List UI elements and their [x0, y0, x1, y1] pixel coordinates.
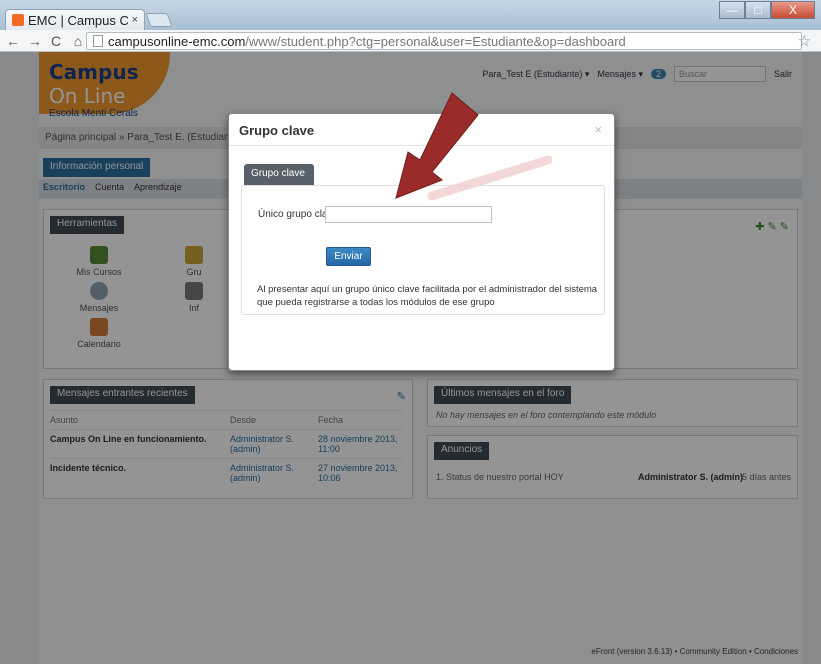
maximize-button[interactable]: □: [745, 1, 771, 19]
group-key-input[interactable]: [325, 206, 492, 223]
dialog-close-icon[interactable]: ×: [594, 122, 602, 137]
home-button[interactable]: ⌂: [72, 33, 84, 49]
browser-tab[interactable]: EMC | Campus C ×: [5, 9, 145, 30]
url-path: /www/student.php?ctg=personal&user=Estud…: [245, 33, 626, 49]
close-window-button[interactable]: X: [771, 1, 815, 19]
window-controls: — □ X: [719, 1, 815, 19]
url-host: campusonline-emc.com: [108, 33, 246, 49]
forward-button[interactable]: →: [28, 33, 42, 49]
minimize-button[interactable]: —: [719, 1, 745, 19]
submit-button[interactable]: Enviar: [326, 247, 371, 266]
tab-title: EMC | Campus C: [28, 12, 128, 28]
reload-button[interactable]: C: [50, 33, 62, 49]
group-key-form: Único grupo clave: Enviar Al presentar a…: [241, 185, 605, 315]
browser-toolbar: ← → C ⌂ campusonline-emc.com /www/studen…: [0, 30, 821, 52]
back-button[interactable]: ←: [6, 33, 20, 49]
page-icon: [93, 35, 103, 47]
address-bar[interactable]: campusonline-emc.com /www/student.php?ct…: [86, 32, 802, 50]
help-text: Al presentar aquí un grupo único clave f…: [257, 284, 598, 308]
tab-close-icon[interactable]: ×: [132, 14, 138, 26]
favicon-icon: [12, 14, 24, 26]
tab-grupo-clave[interactable]: Grupo clave: [244, 164, 314, 185]
group-key-dialog: Grupo clave × Grupo clave Único grupo cl…: [228, 113, 615, 371]
dialog-title: Grupo clave: [239, 123, 315, 138]
window-titlebar: EMC | Campus C × — □ X: [0, 0, 821, 30]
bookmark-star-icon[interactable]: ☆: [798, 32, 811, 50]
new-tab-button[interactable]: [145, 13, 173, 27]
dialog-header: Grupo clave ×: [229, 114, 614, 146]
